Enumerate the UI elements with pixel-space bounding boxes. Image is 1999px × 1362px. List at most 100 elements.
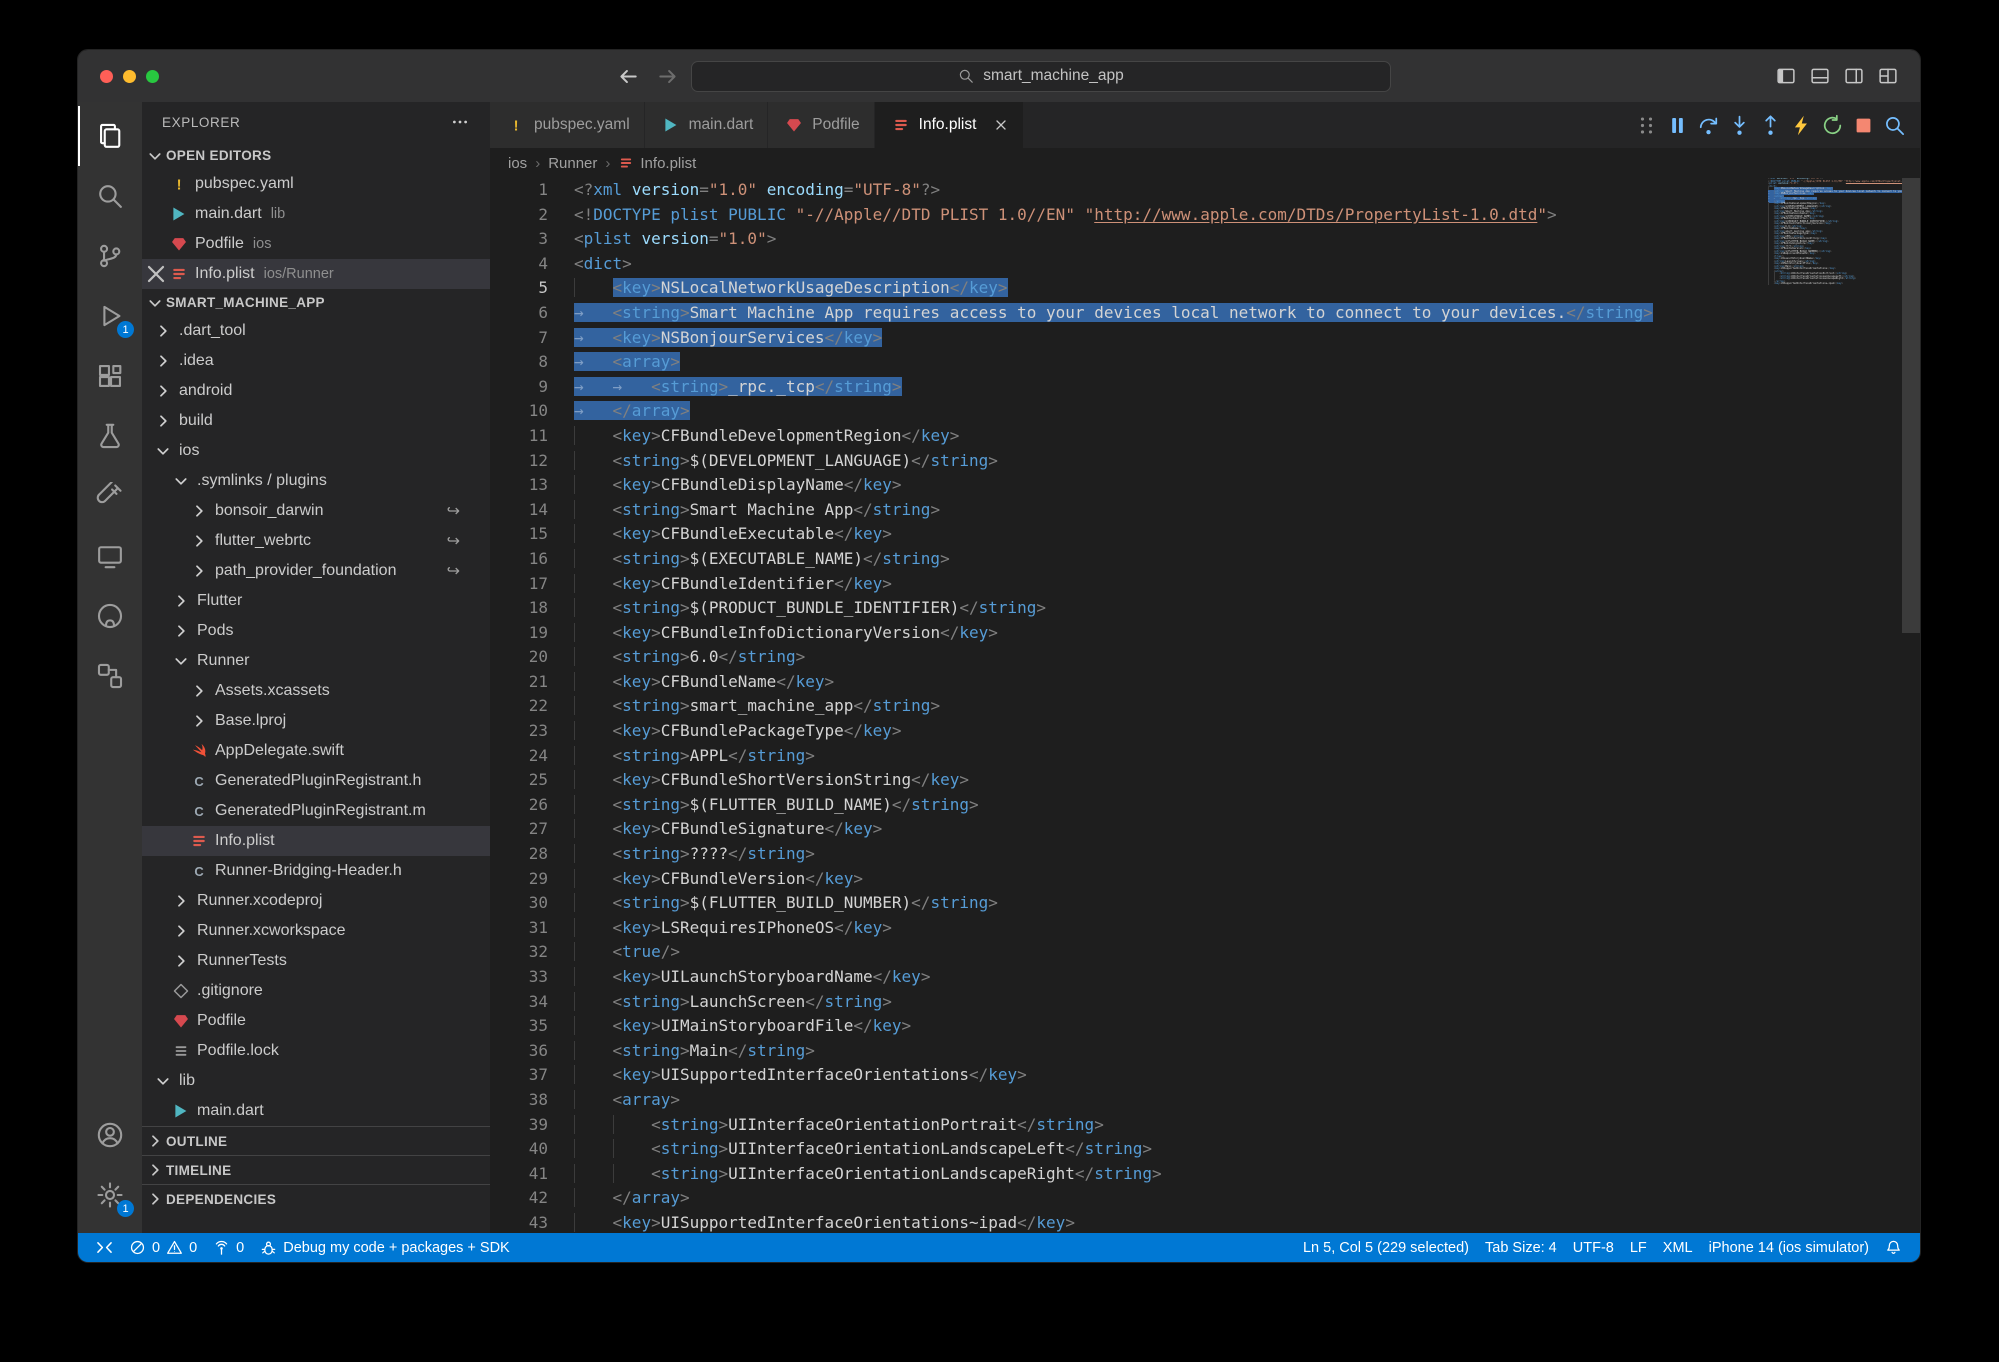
status-remote[interactable] [88,1233,121,1262]
code-line[interactable]: <key>CFBundlePackageType</key> [574,719,1920,744]
line-number[interactable]: 6 [490,301,574,326]
customize-layout-icon[interactable] [1878,66,1898,86]
toggle-panel-icon[interactable] [1810,66,1830,86]
code-line[interactable]: <string>$(PRODUCT_BUNDLE_IDENTIFIER)</st… [574,596,1920,621]
line-number[interactable]: 24 [490,744,574,769]
code-line[interactable]: <string>Main</string> [574,1039,1920,1064]
tree-item-main-dart[interactable]: main.dart [142,1096,490,1126]
line-number[interactable]: 7 [490,326,574,351]
code-line[interactable]: <string>APPL</string> [574,744,1920,769]
tree-item-appdelegate-swift[interactable]: AppDelegate.swift [142,736,490,766]
activity-settings[interactable]: 1 [78,1165,142,1225]
code-line[interactable]: <!DOCTYPE plist PUBLIC "-//Apple//DTD PL… [574,203,1920,228]
step-over-icon[interactable] [1697,114,1720,137]
tree-item-build[interactable]: build [142,406,490,436]
line-number[interactable]: 4 [490,252,574,277]
code-line[interactable]: <string>Smart Machine App</string> [574,498,1920,523]
status-encoding[interactable]: UTF-8 [1565,1233,1622,1262]
breadcrumb-item-runner[interactable]: Runner [548,155,597,172]
code-line[interactable]: <key>LSRequiresIPhoneOS</key> [574,916,1920,941]
restart-icon[interactable] [1821,114,1844,137]
code-line[interactable]: → → <string>_rpc._tcp</string> [574,375,1920,400]
line-number[interactable]: 38 [490,1088,574,1113]
code-line[interactable]: <string>smart_machine_app</string> [574,694,1920,719]
tree-item-symlinks-plugins[interactable]: .symlinks / plugins [142,466,490,496]
code-line[interactable]: <key>CFBundleIdentifier</key> [574,572,1920,597]
tree-item-gitignore[interactable]: .gitignore [142,976,490,1006]
code-line[interactable]: <key>CFBundleSignature</key> [574,817,1920,842]
line-number[interactable]: 8 [490,350,574,375]
code-line[interactable]: <key>CFBundleDevelopmentRegion</key> [574,424,1920,449]
status-language-mode[interactable]: XML [1655,1233,1701,1262]
tab-pubspec-yaml[interactable]: !pubspec.yaml [490,102,645,148]
tree-item-lib[interactable]: lib [142,1066,490,1096]
line-number[interactable]: 39 [490,1113,574,1138]
tree-item-idea[interactable]: .idea [142,346,490,376]
open-editor-info-plist[interactable]: Info.plistios/Runner [142,259,490,289]
section-timeline[interactable]: TIMELINE [142,1155,490,1184]
status-problems[interactable]: 00 [121,1233,205,1262]
activity-testing[interactable] [78,406,142,466]
code-line[interactable]: → </array> [574,399,1920,424]
activity-github[interactable] [78,586,142,646]
close-window-button[interactable] [100,70,113,83]
line-number[interactable]: 36 [490,1039,574,1064]
line-number[interactable]: 34 [490,990,574,1015]
line-number[interactable]: 15 [490,522,574,547]
code-line[interactable]: <string>6.0</string> [574,645,1920,670]
code-line[interactable]: <string>$(EXECUTABLE_NAME)</string> [574,547,1920,572]
line-number[interactable]: 9 [490,375,574,400]
inspector-icon[interactable] [1883,114,1906,137]
scrollbar-thumb[interactable] [1902,178,1920,633]
line-number[interactable]: 1 [490,178,574,203]
line-number[interactable]: 31 [490,916,574,941]
code-line[interactable]: </array> [574,1186,1920,1211]
code-line[interactable]: <string>UIInterfaceOrientationLandscapeR… [574,1162,1920,1187]
code-line[interactable]: <string>????</string> [574,842,1920,867]
stop-icon[interactable] [1852,114,1875,137]
code-line[interactable]: → <array> [574,350,1920,375]
code-line[interactable]: <string>$(FLUTTER_BUILD_NUMBER)</string> [574,891,1920,916]
command-center-search[interactable]: smart_machine_app [691,61,1391,92]
tree-item-ios[interactable]: ios [142,436,490,466]
line-number[interactable]: 22 [490,694,574,719]
line-number[interactable]: 42 [490,1186,574,1211]
activity-run-and-debug[interactable]: 1 [78,286,142,346]
code-line[interactable]: → <key>NSBonjourServices</key> [574,326,1920,351]
tree-item-flutter-webrtc[interactable]: flutter_webrtc↪ [142,526,490,556]
line-number[interactable]: 12 [490,449,574,474]
tree-item-dart-tool[interactable]: .dart_tool [142,316,490,346]
tree-item-flutter[interactable]: Flutter [142,586,490,616]
project-header[interactable]: SMART_MACHINE_APP [142,289,490,316]
step-into-icon[interactable] [1728,114,1751,137]
tree-item-podfile-lock[interactable]: Podfile.lock [142,1036,490,1066]
back-icon[interactable] [618,66,639,87]
line-number[interactable]: 10 [490,399,574,424]
minimize-window-button[interactable] [123,70,136,83]
line-number[interactable]: 5 [490,276,574,301]
tab-main-dart[interactable]: main.dart [645,102,769,148]
line-number[interactable]: 43 [490,1211,574,1233]
code-line[interactable]: <key>CFBundleInfoDictionaryVersion</key> [574,621,1920,646]
code-line[interactable]: <array> [574,1088,1920,1113]
code-line[interactable]: <string>UIInterfaceOrientationLandscapeL… [574,1137,1920,1162]
line-number[interactable]: 3 [490,227,574,252]
line-number[interactable]: 11 [490,424,574,449]
status-eol[interactable]: LF [1622,1233,1655,1262]
tree-item-runner-bridging-header-h[interactable]: CRunner-Bridging-Header.h [142,856,490,886]
line-number[interactable]: 32 [490,940,574,965]
editor-scrollbar[interactable] [1902,178,1920,1233]
code-line[interactable]: <key>CFBundleName</key> [574,670,1920,695]
tab-info-plist[interactable]: Info.plist [875,102,1025,148]
tree-item-assets-xcassets[interactable]: Assets.xcassets [142,676,490,706]
open-editor-main-dart[interactable]: main.dartlib [142,199,490,229]
activity-explorer[interactable] [78,106,142,166]
tree-item-path-provider-foundation[interactable]: path_provider_foundation↪ [142,556,490,586]
line-number[interactable]: 18 [490,596,574,621]
breadcrumb-item-ios[interactable]: ios [508,155,527,172]
section-dependencies[interactable]: DEPENDENCIES [142,1184,490,1213]
line-number[interactable]: 40 [490,1137,574,1162]
line-number[interactable]: 30 [490,891,574,916]
activity-test-tube[interactable] [78,466,142,526]
tree-item-info-plist[interactable]: Info.plist [142,826,490,856]
